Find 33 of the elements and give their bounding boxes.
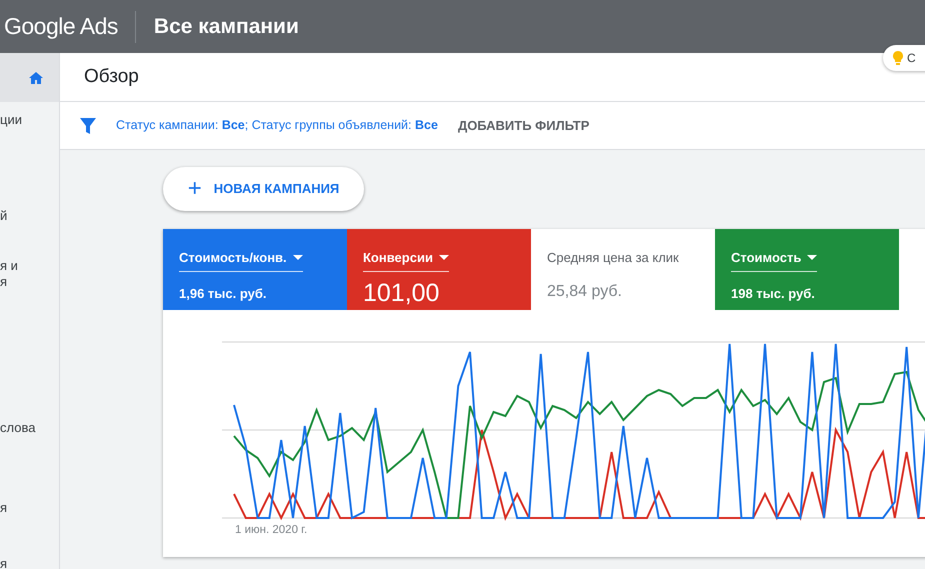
metric-value: 198 тыс. руб. xyxy=(731,286,815,300)
metric-value: 25,84 руб. xyxy=(547,282,622,300)
x-axis-label: 1 июн. 2020 г. xyxy=(235,524,308,536)
header-title: Все кампании xyxy=(154,14,299,40)
caret-icon[interactable] xyxy=(292,255,303,260)
sidebar-item[interactable]: слова xyxy=(0,420,36,436)
filter-icon[interactable] xyxy=(80,118,96,134)
home-nav-item[interactable] xyxy=(0,53,59,102)
lightbulb-icon xyxy=(893,51,903,65)
sidebar-item[interactable]: ции xyxy=(0,112,22,128)
add-filter-button[interactable]: ДОБАВИТЬ ФИЛЬТР xyxy=(452,114,596,136)
metric-tile[interactable]: Стоимость/конв. 1,96 тыс. руб. xyxy=(163,229,347,310)
caret-icon[interactable] xyxy=(807,255,818,260)
caret-icon[interactable] xyxy=(438,255,449,260)
metric-label: Стоимость/конв. xyxy=(179,249,287,267)
sidebar-item[interactable]: я xyxy=(0,556,8,569)
sidebar-item[interactable]: я xyxy=(0,500,8,516)
new-campaign-button[interactable]: + НОВАЯ КАМПАНИЯ xyxy=(163,167,364,211)
page-title: Обзор xyxy=(84,64,139,89)
metric-tile[interactable]: Стоимость 198 тыс. руб. xyxy=(715,229,899,310)
metric-label: Средняя цена за клик xyxy=(547,249,679,267)
metric-tile[interactable]: Конверсии 101,00 xyxy=(347,229,531,310)
plus-icon: + xyxy=(188,177,202,201)
product-logo[interactable]: Google Ads xyxy=(0,9,118,44)
home-icon xyxy=(29,72,43,84)
sidebar-item[interactable]: я и я xyxy=(0,258,18,290)
metric-label: Конверсии xyxy=(363,249,433,267)
tip-chip[interactable]: С xyxy=(883,45,925,71)
sidebar-item[interactable]: й xyxy=(0,208,8,224)
metric-label: Стоимость xyxy=(731,249,802,267)
filter-summary[interactable]: Статус кампании: Все; Статус группы объявлений: Все xyxy=(116,116,438,135)
metric-value: 101,00 xyxy=(363,278,440,306)
metric-value: 1,96 тыс. руб. xyxy=(179,286,266,300)
